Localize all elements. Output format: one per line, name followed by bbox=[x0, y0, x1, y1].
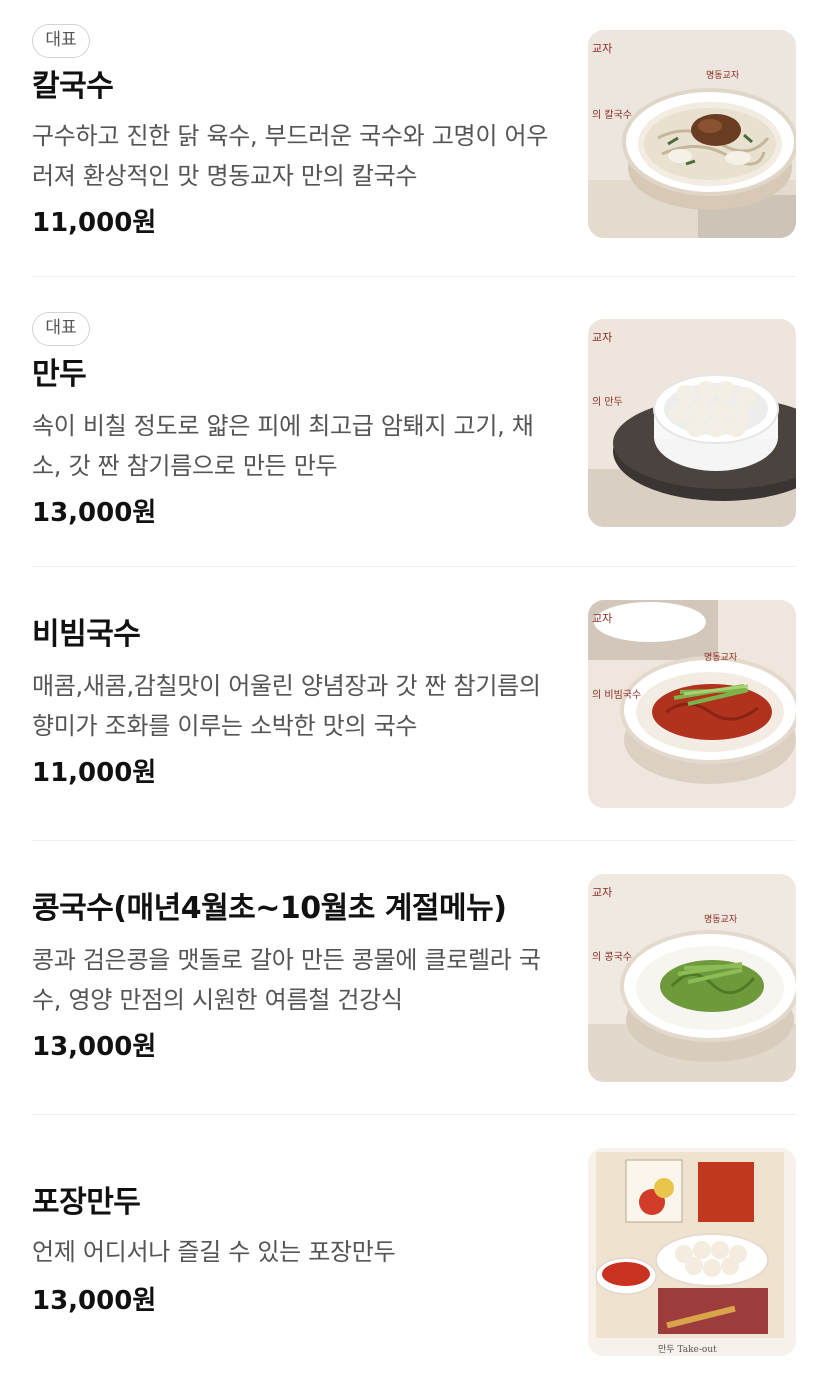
divider bbox=[32, 1114, 796, 1115]
kalguksu-photo: 교자 의 칼국수 명동교자 bbox=[588, 30, 796, 238]
bibimguksu-photo: 교자 의 비빔국수 명동교자 bbox=[588, 600, 796, 808]
menu-item-price: 13,000원 bbox=[32, 1032, 157, 1062]
menu-item-description: 속이 비칠 정도로 얇은 피에 최고급 암퇘지 고기, 채소, 갓 짠 참기름으… bbox=[32, 412, 534, 480]
menu-list: 대표 칼국수 구수하고 진한 닭 육수, 부드러운 국수와 고명이 어우러져 환… bbox=[0, 0, 828, 1379]
menu-item-name: 비빔국수 bbox=[32, 617, 141, 652]
menu-item-name: 포장만두 bbox=[32, 1185, 141, 1220]
mandu-photo: 교자 의 만두 bbox=[588, 319, 796, 527]
menu-item-name: 칼국수 bbox=[32, 69, 114, 104]
menu-item-description: 구수하고 진한 닭 육수, 부드러운 국수와 고명이 어우러져 환상적인 맛 명… bbox=[32, 122, 549, 190]
menu-item-price: 11,000원 bbox=[32, 208, 157, 238]
svg-text:의 비빔국수: 의 비빔국수 bbox=[592, 689, 641, 701]
menu-item-price: 13,000원 bbox=[32, 1286, 157, 1316]
divider bbox=[32, 840, 796, 841]
menu-item-bibimguksu[interactable]: 비빔국수 매콤,새콤,감칠맛이 어울린 양념장과 갓 짠 참기름의 향미가 조화… bbox=[32, 600, 796, 810]
menu-item-name: 만두 bbox=[32, 357, 87, 392]
svg-text:의 콩국수: 의 콩국수 bbox=[592, 951, 632, 963]
menu-item-takeout-mandu[interactable]: 포장만두 언제 어디서나 즐길 수 있는 포장만두 13,000원 만두 Tak… bbox=[32, 1148, 796, 1358]
takeout-mandu-photo: 만두 Take-out bbox=[588, 1148, 796, 1356]
menu-item-description: 매콤,새콤,감칠맛이 어울린 양념장과 갓 짠 참기름의 향미가 조화를 이루는… bbox=[32, 672, 541, 740]
svg-text:교자: 교자 bbox=[592, 42, 612, 55]
svg-text:명동교자: 명동교자 bbox=[704, 914, 738, 925]
menu-item-kalguksu[interactable]: 대표 칼국수 구수하고 진한 닭 육수, 부드러운 국수와 고명이 어우러져 환… bbox=[32, 24, 796, 240]
svg-text:의 만두: 의 만두 bbox=[592, 396, 623, 408]
svg-text:의 칼국수: 의 칼국수 bbox=[592, 108, 632, 121]
svg-text:교자: 교자 bbox=[592, 886, 612, 899]
svg-text:교자: 교자 bbox=[592, 331, 612, 344]
menu-item-description: 언제 어디서나 즐길 수 있는 포장만두 bbox=[32, 1238, 396, 1266]
svg-text:교자: 교자 bbox=[592, 612, 612, 625]
svg-text:만두 Take-out: 만두 Take-out bbox=[658, 1344, 717, 1355]
menu-item-mandu[interactable]: 대표 만두 속이 비칠 정도로 얇은 피에 최고급 암퇘지 고기, 채소, 갓 … bbox=[32, 312, 796, 528]
signature-badge: 대표 bbox=[32, 24, 90, 58]
menu-item-name: 콩국수(매년4월초~10월초 계절메뉴) bbox=[32, 891, 507, 926]
signature-badge: 대표 bbox=[32, 312, 90, 346]
svg-text:명동교자: 명동교자 bbox=[704, 652, 738, 663]
svg-text:명동교자: 명동교자 bbox=[706, 70, 740, 81]
menu-item-kongguksu[interactable]: 콩국수(매년4월초~10월초 계절메뉴) 콩과 검은콩을 맷돌로 갈아 만든 콩… bbox=[32, 874, 796, 1084]
kongguksu-photo: 교자 의 콩국수 명동교자 bbox=[588, 874, 796, 1082]
divider bbox=[32, 276, 796, 277]
menu-item-price: 11,000원 bbox=[32, 758, 157, 788]
menu-item-description: 콩과 검은콩을 맷돌로 갈아 만든 콩물에 클로렐라 국수, 영양 만점의 시원… bbox=[32, 946, 541, 1014]
menu-item-price: 13,000원 bbox=[32, 498, 157, 528]
divider bbox=[32, 566, 796, 567]
